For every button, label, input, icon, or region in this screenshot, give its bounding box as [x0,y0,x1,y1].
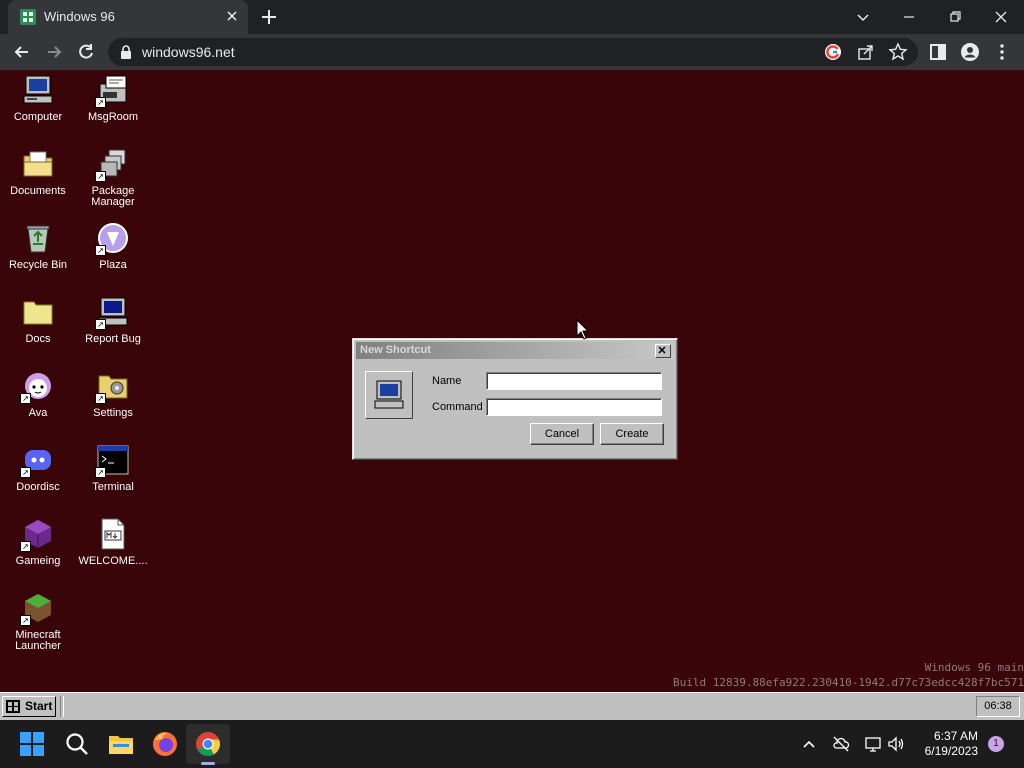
profile-avatar-icon[interactable] [960,42,980,62]
clock-date: 6/19/2023 [924,744,978,758]
clock-time: 6:37 AM [933,729,978,743]
firefox-icon[interactable] [151,730,179,758]
back-arrow-icon[interactable] [12,42,32,62]
shortcut-arrow-icon: ↗ [95,245,106,256]
shortcut-arrow-icon: ↗ [20,541,31,552]
command-input[interactable] [486,398,662,416]
close-icon [658,346,666,354]
google-lens-icon[interactable] [823,42,843,62]
dialog-close-button[interactable] [655,344,671,358]
restore-icon[interactable] [943,5,967,29]
chrome-icon[interactable] [194,730,222,758]
computer-icon [374,380,404,409]
url-text[interactable]: windows96.net [142,44,235,60]
side-panel-icon[interactable] [928,42,948,62]
host-taskbar: 6:37 AM 6/19/2023 [0,720,1024,768]
desktop-icon-terminal[interactable]: ↗ Terminal [76,444,150,493]
create-button[interactable]: Create [600,423,664,445]
shortcut-arrow-icon: ↗ [95,97,106,108]
folder-icon [23,301,53,325]
new-tab-icon[interactable] [260,8,278,26]
desktop-icon-ava[interactable]: ↗ Ava [1,370,75,419]
browser-toolbar: windows96.net [0,34,1024,70]
windows96-favicon-icon [20,9,36,25]
notification-badge[interactable]: 1 [988,736,1004,752]
cancel-button[interactable]: Cancel [530,423,594,445]
markdown-file-icon [101,518,125,550]
shortcut-arrow-icon: ↗ [95,319,106,330]
address-bar[interactable]: windows96.net [108,38,918,66]
computer-icon [23,75,53,104]
file-explorer-icon[interactable] [107,730,135,758]
desktop-icon-plaza[interactable]: ↗ Plaza [76,222,150,271]
desktop-icon-gameing[interactable]: ↗ Gameing [1,518,75,567]
desktop-icon-documents[interactable]: Documents [1,148,75,197]
windows-start-icon[interactable] [18,730,46,758]
build-info: Windows 96 main Build 12839.88efa922.230… [673,660,1024,690]
lock-icon[interactable] [120,45,132,59]
build-line-2: Build 12839.88efa922.230410-1942.d77c73e… [673,676,1024,689]
win96-taskbar: Start 06:38 [0,692,1024,720]
command-label: Command [432,401,483,413]
desktop-icon-settings[interactable]: ↗ Settings [76,370,150,419]
shortcut-arrow-icon: ↗ [95,467,106,478]
desktop-icon-package-manager[interactable]: ↗ Package Manager [76,148,150,208]
taskbar-separator [60,696,64,717]
system-clock[interactable]: 6:37 AM 6/19/2023 [912,729,978,759]
close-window-icon[interactable] [989,5,1013,29]
dialog-titlebar[interactable]: New Shortcut [356,342,674,359]
network-icon[interactable] [864,735,882,753]
chevron-up-icon[interactable] [800,735,818,753]
windows96-logo-icon [6,700,20,713]
onedrive-offline-icon[interactable] [832,735,850,753]
close-tab-icon[interactable] [224,8,240,24]
new-shortcut-dialog: New Shortcut Name Command Cancel Create [352,338,678,460]
desktop-icon-msgroom[interactable]: ↗ MsgRoom [76,74,150,123]
bookmark-star-icon[interactable] [888,42,908,62]
start-label: Start [25,699,53,713]
desktop-icon-doordisc[interactable]: ↗ Doordisc [1,444,75,493]
mouse-cursor-icon [576,319,590,340]
browser-tab[interactable]: Windows 96 [8,0,248,34]
desktop-icon-minecraft-launcher[interactable]: ↗ Minecraft Launcher [1,592,75,652]
forward-arrow-icon[interactable] [44,42,64,62]
name-label: Name [432,375,462,387]
shortcut-icon-picker[interactable] [365,371,413,419]
win96-tray-clock[interactable]: 06:38 [976,696,1020,717]
browser-tabstrip: Windows 96 [0,0,1024,34]
share-icon[interactable] [856,42,876,62]
shortcut-arrow-icon: ↗ [95,393,106,404]
tab-title: Windows 96 [44,9,115,24]
volume-icon[interactable] [887,735,905,753]
dialog-title: New Shortcut [360,344,431,356]
start-button[interactable]: Start [2,696,56,717]
tab-search-chevron-icon[interactable] [851,5,875,29]
build-line-1: Windows 96 main [924,661,1024,674]
active-app-indicator [201,762,215,765]
name-input[interactable] [486,372,662,390]
menu-kebab-icon[interactable] [992,42,1012,62]
documents-folder-icon [23,151,53,177]
desktop-icon-computer[interactable]: Computer [1,74,75,123]
shortcut-arrow-icon: ↗ [20,467,31,478]
desktop-icon-docs[interactable]: Docs [1,296,75,345]
shortcut-arrow-icon: ↗ [95,171,106,182]
desktop-icon-recycle-bin[interactable]: Recycle Bin [1,222,75,271]
reload-icon[interactable] [76,42,96,62]
desktop-icon-report-bug[interactable]: ↗ Report Bug [76,296,150,345]
minimize-icon[interactable] [897,5,921,29]
search-icon[interactable] [63,730,91,758]
recycle-bin-icon [26,225,50,253]
shortcut-arrow-icon: ↗ [20,615,31,626]
shortcut-arrow-icon: ↗ [20,393,31,404]
desktop-icon-welcome[interactable]: WELCOME.... [76,518,150,567]
